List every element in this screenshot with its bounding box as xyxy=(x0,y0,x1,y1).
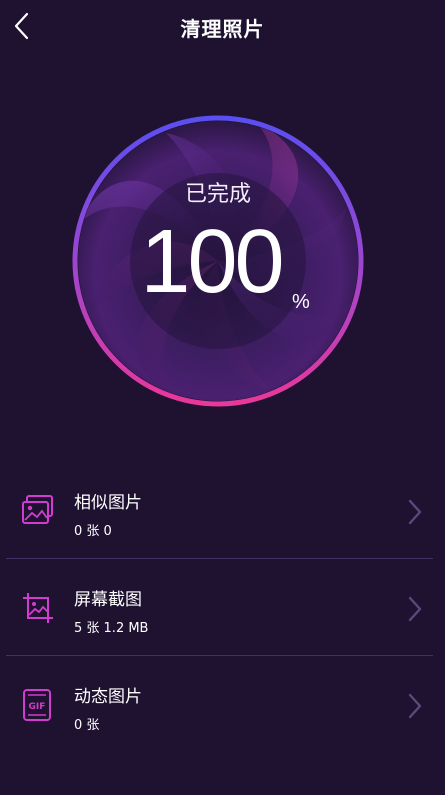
top-bar: 清理照片 xyxy=(0,0,445,54)
list-item-screenshots[interactable]: 屏幕截图 5 张 1.2 MB xyxy=(0,559,445,655)
svg-text:GIF: GIF xyxy=(29,702,46,712)
list-item-animated-photos[interactable]: GIF 动态图片 0 张 xyxy=(0,656,445,752)
chevron-right-icon xyxy=(408,499,422,525)
list-item-detail: 0 张 0 xyxy=(74,524,112,539)
gif-file-icon: GIF xyxy=(23,689,51,721)
list-item-label: 相似图片 xyxy=(74,493,142,513)
page-title: 清理照片 xyxy=(180,17,265,41)
images-stack-icon xyxy=(22,495,53,524)
list-item-label: 屏幕截图 xyxy=(74,590,142,610)
list-item-detail: 5 张 1.2 MB xyxy=(74,621,149,636)
status-label: 已完成 xyxy=(184,182,251,207)
screenshot-crop-icon xyxy=(23,593,53,623)
progress-unit: % xyxy=(292,291,310,313)
chevron-right-icon xyxy=(408,596,422,622)
category-list: 相似图片 0 张 0 屏幕截图 5 张 1.2 MB GIF 动态图片 0 张 xyxy=(0,462,445,752)
progress-value: 100 xyxy=(140,212,284,312)
chevron-right-icon xyxy=(408,693,422,719)
list-item-detail: 0 张 xyxy=(74,718,100,733)
progress-ring: 已完成 100 % xyxy=(70,113,366,409)
list-item-similar-photos[interactable]: 相似图片 0 张 0 xyxy=(0,462,445,558)
list-item-label: 动态图片 xyxy=(74,687,142,707)
